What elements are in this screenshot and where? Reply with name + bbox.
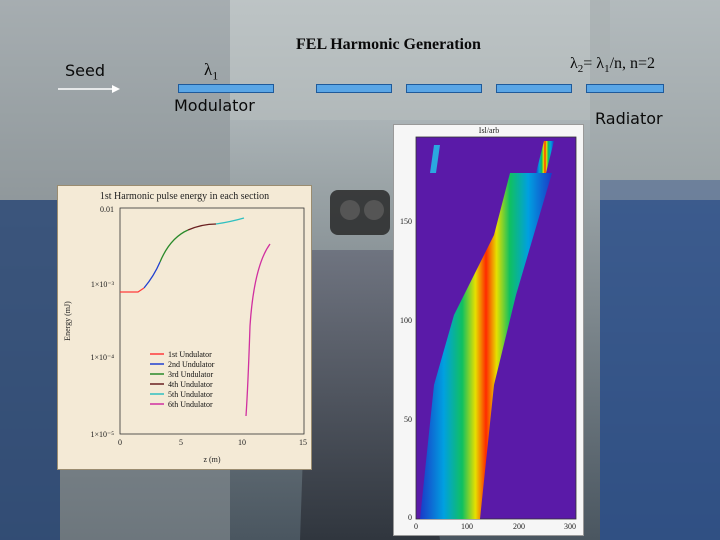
seed-label: Seed [65,61,105,80]
pulse-energy-plot: 1st Harmonic pulse energy in each sectio… [57,185,312,470]
curve-3rd-undulator [159,229,189,263]
lambda-symbol: λ [204,60,213,79]
undulator-segment-modulator [178,84,274,93]
curve-6th-undulator [245,243,271,417]
y-axis-label: Energy (mJ) [63,301,72,341]
x-tick-label: 0 [118,438,122,447]
lambda1-label: λ1 [204,60,218,83]
legend-entry: 5th Undulator [168,390,213,399]
map-y-tick: 50 [404,415,412,424]
lambda2-label: λ2= λ1/n, n=2 [570,55,655,75]
y-tick-label: 1×10⁻³ [91,280,115,289]
curve-1st-undulator [120,287,145,293]
map-x-tick: 100 [461,522,473,531]
curve-4th-undulator [187,223,217,231]
map-x-tick: 300 [564,522,576,531]
lambda-subscript: 1 [212,68,219,83]
undulator-segment-2 [316,84,392,93]
radiator-label: Radiator [595,109,663,128]
page-title: FEL Harmonic Generation [296,36,481,53]
undulator-segment-3 [406,84,482,93]
map-x-tick: 200 [513,522,525,531]
map-x-tick: 0 [414,522,418,531]
x-tick-label: 15 [299,438,307,447]
undulator-segment-4 [496,84,572,93]
seed-arrow-icon [58,85,120,93]
plot-legend: 1st Undulator2nd Undulator3rd Undulator4… [150,350,215,409]
legend-entry: 3rd Undulator [168,370,213,379]
y-tick-label: 1×10⁻⁴ [90,353,114,362]
x-tick-label: 5 [179,438,183,447]
x-tick-label: 10 [238,438,246,447]
undulator-segment-5 [586,84,664,93]
map-y-tick: 0 [408,513,412,522]
curve-5th-undulator [215,217,245,225]
legend-entry: 6th Undulator [168,400,213,409]
y-tick-label: 0.01 [100,205,114,214]
harmonic-formula: /n, n=2 [609,55,656,72]
legend-entry: 2nd Undulator [168,360,215,369]
x-axis-label: z (m) [203,455,220,464]
modulator-label: Modulator [174,96,255,115]
curve-2nd-undulator [143,261,161,289]
intensity-map-plot: Isl/arb 150 100 50 0 0 100 200 300 [393,124,584,536]
legend-entry: 1st Undulator [168,350,212,359]
map-y-tick: 100 [400,316,412,325]
legend-entry: 4th Undulator [168,380,213,389]
lambda-symbol: λ [570,55,578,72]
lambda-symbol: λ [596,55,605,72]
y-tick-label: 1×10⁻⁵ [90,430,114,439]
equals-sign: = [583,55,597,72]
map-top-label: Isl/arb [479,126,499,135]
map-y-tick: 150 [400,217,412,226]
